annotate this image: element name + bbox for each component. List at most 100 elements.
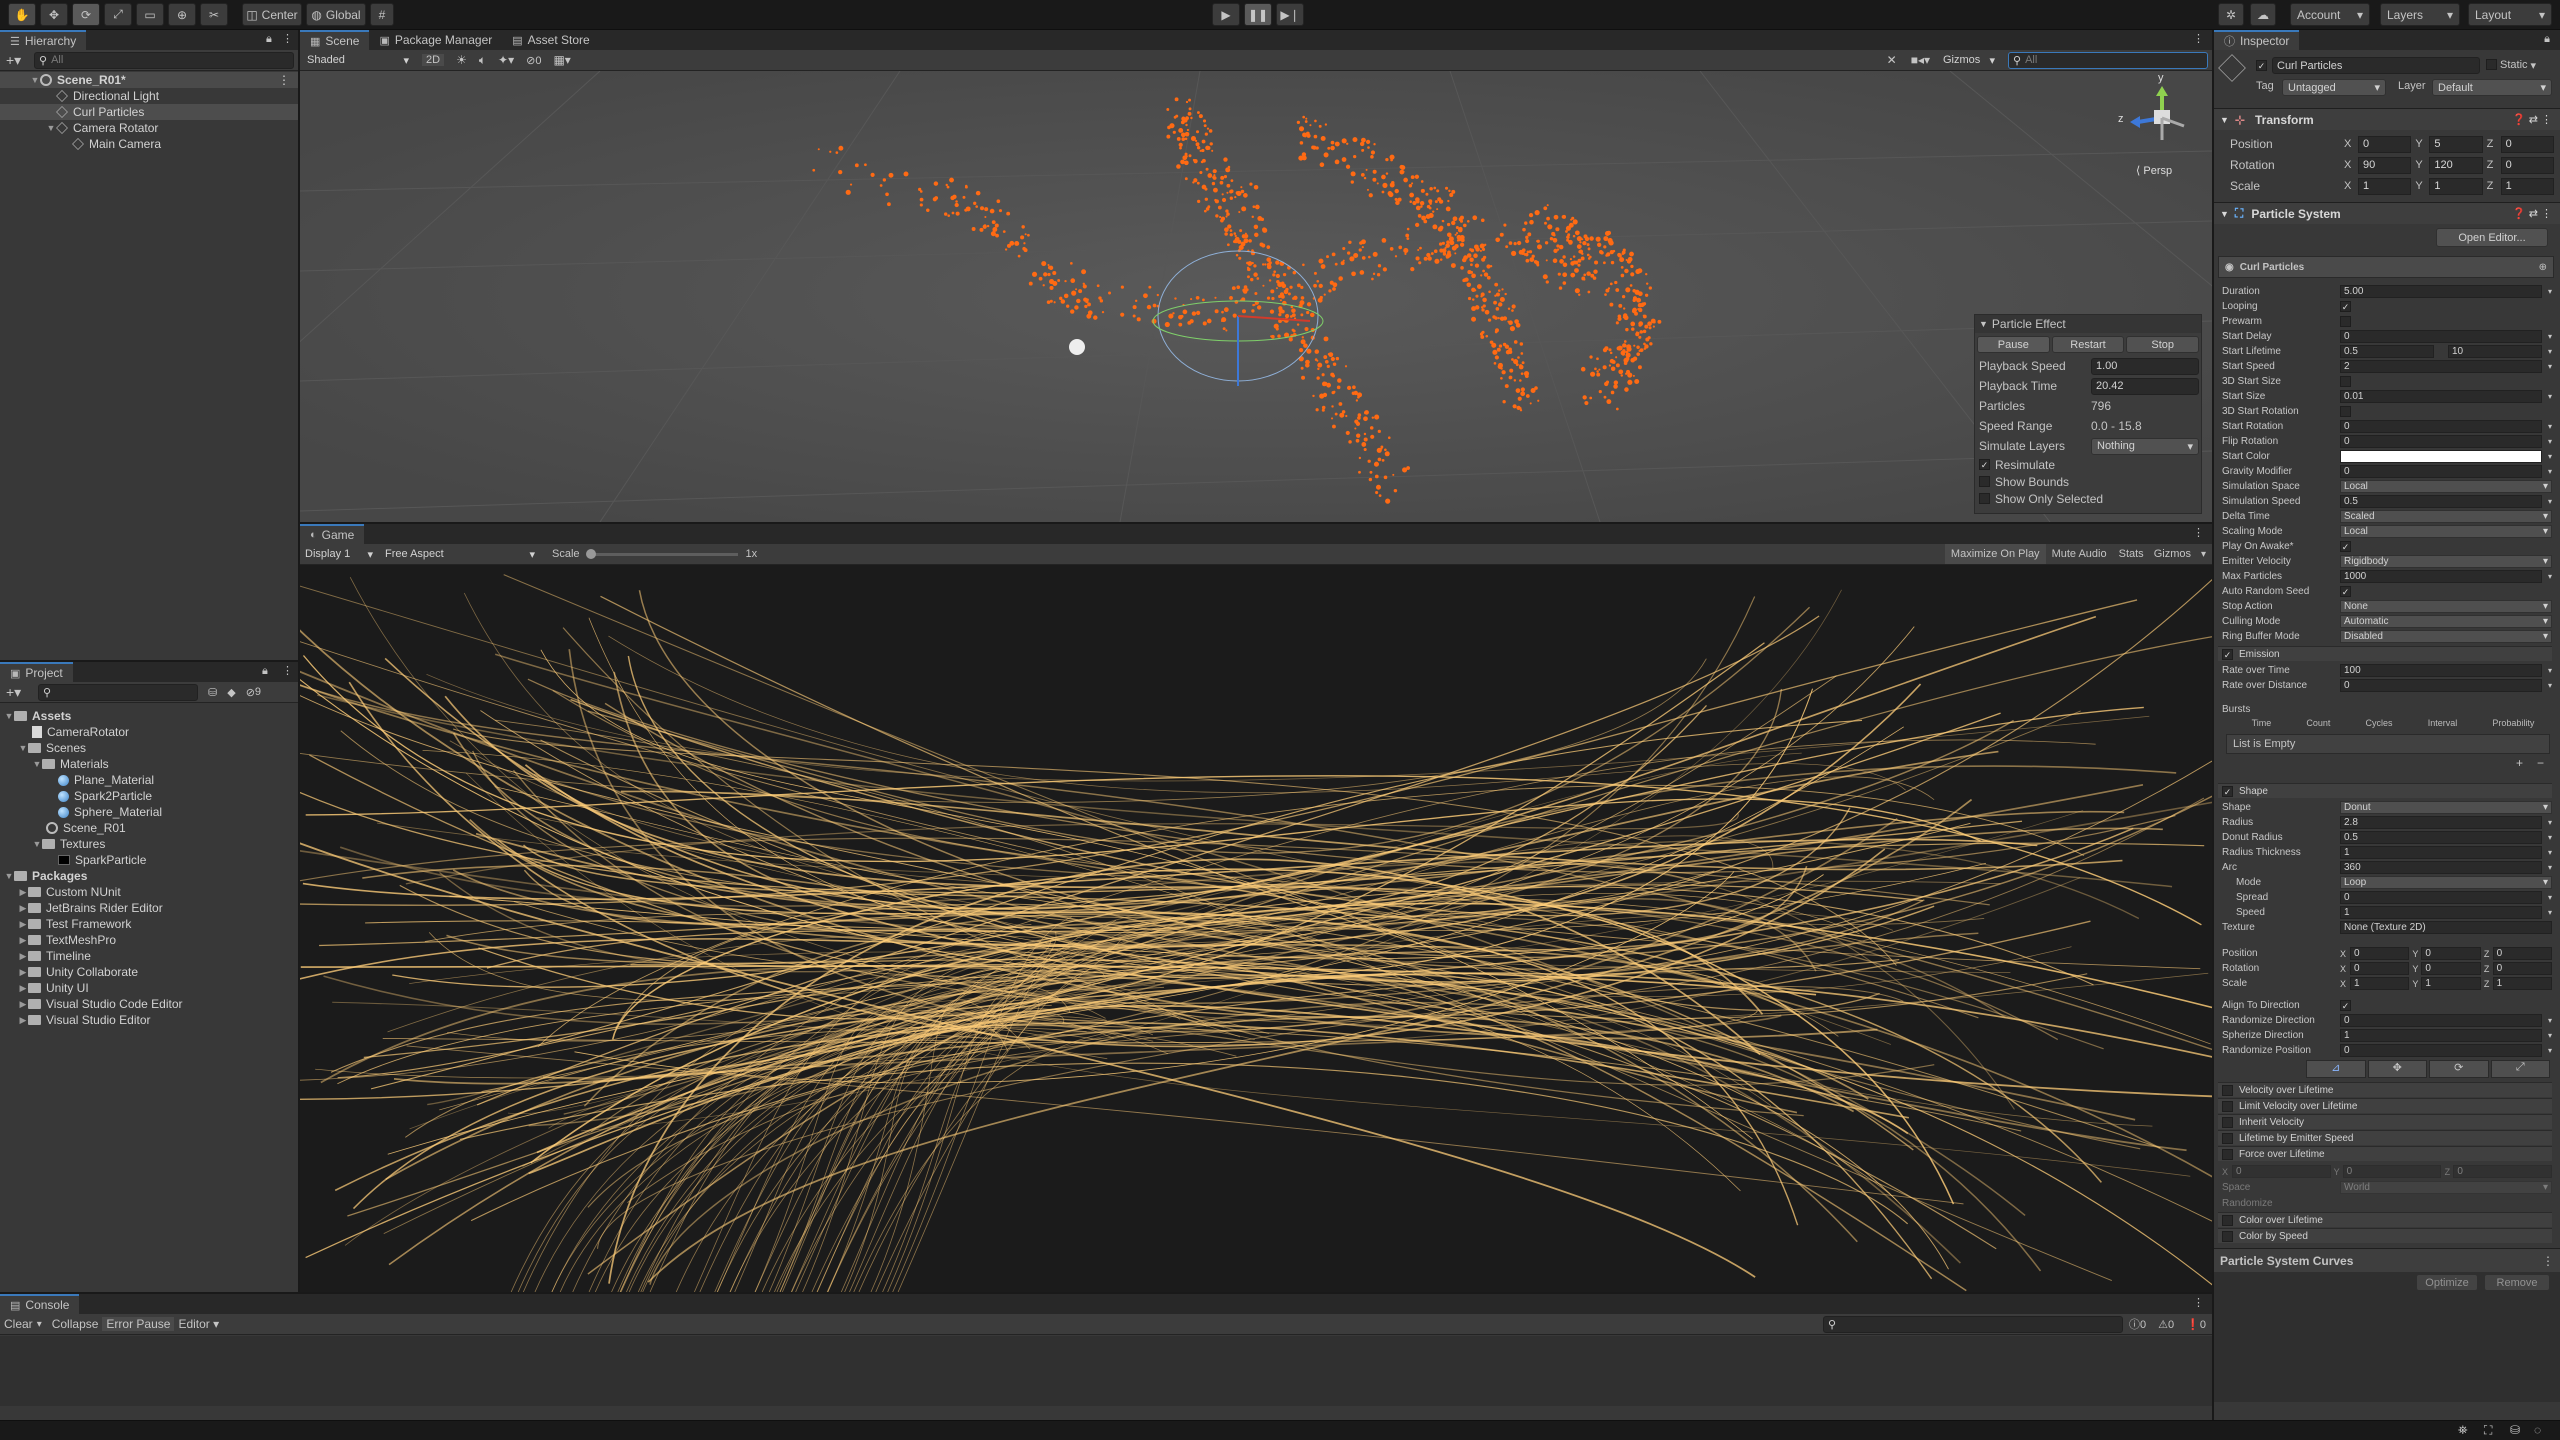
tag-dropdown[interactable]: Untagged ▾ [2282, 79, 2386, 96]
setting-field[interactable]: 1 [2340, 1029, 2542, 1042]
chevron-down-icon[interactable]: ▾ [2542, 908, 2552, 917]
module-header[interactable]: Lifetime by Emitter Speed [2218, 1130, 2552, 1145]
checkbox[interactable] [2222, 1214, 2233, 1226]
setting-field[interactable]: 1 [2340, 846, 2542, 859]
tree-item-directional-light[interactable]: Directional Light [0, 88, 298, 104]
asset-spark2particle[interactable]: Spark2Particle [0, 788, 298, 804]
shape-scale-z-field[interactable]: 1 [2492, 977, 2552, 990]
layout-dropdown[interactable]: Layout ▾ [2468, 3, 2552, 26]
tab-inspector[interactable]: ⓘ Inspector [2214, 30, 2300, 50]
setting-dropdown[interactable]: Automatic ▾ [2340, 615, 2552, 628]
chevron-down-icon[interactable]: ▾ [2542, 893, 2552, 902]
setting-field[interactable]: 2.8 [2340, 816, 2542, 829]
show-bounds-toggle[interactable]: Show Bounds [1975, 473, 2201, 490]
show-only-selected-toggle[interactable]: Show Only Selected [1975, 490, 2201, 507]
pause-button[interactable]: ❚❚ [1244, 3, 1272, 26]
aspect-dropdown[interactable]: Free Aspect ▾ [380, 546, 540, 563]
edit-shape-button[interactable]: ⊿ [2306, 1060, 2366, 1078]
folder-materials[interactable]: ▼ Materials [0, 756, 298, 772]
chevron-down-icon[interactable]: ▾ [2542, 437, 2552, 446]
checkbox-checked[interactable]: ✓ [2222, 785, 2233, 797]
restart-effect-button[interactable]: Restart [2051, 336, 2125, 353]
setting-field[interactable]: 0 [2340, 465, 2542, 478]
camera-gizmo-icon[interactable] [1069, 339, 1085, 355]
hidden-objects-icon[interactable]: ⊘0 [526, 54, 541, 67]
lock-icon[interactable]: 🔒︎ [266, 33, 272, 46]
add-module-icon[interactable]: ⊕ [2539, 262, 2547, 273]
tools-icon[interactable]: ✕ [1887, 53, 1897, 67]
setting-field[interactable]: 0.01 [2340, 390, 2542, 403]
package-timeline[interactable]: ▶ Timeline [0, 948, 298, 964]
remove-burst-button[interactable]: − [2537, 756, 2544, 770]
chevron-down-icon[interactable]: ▾ [2542, 422, 2552, 431]
log-count-toggle[interactable]: ⓘ0 [2123, 1316, 2152, 1332]
setting-field[interactable]: 2 [2340, 360, 2542, 373]
setting-dropdown[interactable]: Donut ▾ [2340, 801, 2552, 814]
setting-checkbox[interactable]: ✓ [2340, 541, 2351, 552]
shading-mode-dropdown[interactable]: Shaded ▾ [302, 52, 414, 69]
effects-toggle-icon[interactable]: ✦▾ [498, 53, 514, 67]
hand-tool-button[interactable]: ✋ [8, 3, 36, 26]
chevron-down-icon[interactable]: ▾ [2542, 1016, 2552, 1025]
transform-header[interactable]: ▼ ⊹ Transform ❓ ⇄ ⋮ [2214, 108, 2560, 130]
shape-rotation-x-field[interactable]: 0 [2350, 962, 2410, 975]
console-log-area[interactable] [0, 1336, 2212, 1406]
setting-dropdown[interactable]: Rigidbody ▾ [2340, 555, 2552, 568]
position-z-field[interactable]: 0 [2500, 135, 2554, 153]
particle-system-header[interactable]: ▼ ⛶ Particle System ❓ ⇄ ⋮ [2214, 202, 2560, 224]
setting-checkbox[interactable] [2340, 316, 2351, 327]
setting-field[interactable]: 360 [2340, 861, 2542, 874]
tree-item-scene[interactable]: ▼ Scene_R01* ⋮ [0, 72, 298, 88]
component-menu-icons[interactable]: ❓ ⇄ ⋮ [2512, 207, 2552, 220]
chevron-down-icon[interactable]: ▾ [37, 1319, 42, 1330]
hidden-packages-icon[interactable]: ⊘ [246, 686, 255, 699]
tab-asset-store[interactable]: ▤ Asset Store [502, 30, 600, 50]
cloud-button[interactable]: ☁ [2250, 3, 2276, 26]
setting-field[interactable]: 1000 [2340, 570, 2542, 583]
debug-icon[interactable]: ⛯ [2458, 1423, 2468, 1438]
setting-checkbox[interactable] [2340, 376, 2351, 387]
module-header[interactable]: Color by Speed [2218, 1228, 2552, 1243]
setting-field[interactable]: 0 [2340, 330, 2542, 343]
tab-console[interactable]: ▤ Console [0, 1294, 80, 1314]
folder-packages[interactable]: ▼ Packages [0, 868, 298, 884]
folder-textures[interactable]: ▼ Textures [0, 836, 298, 852]
chevron-down-icon[interactable]: ▾ [2542, 332, 2552, 341]
asset-sphere-material[interactable]: Sphere_Material [0, 804, 298, 820]
module-header[interactable]: Color over Lifetime [2218, 1212, 2552, 1227]
checkbox[interactable] [2222, 1084, 2233, 1096]
setting-dropdown[interactable]: None ▾ [2340, 600, 2552, 613]
move-tool-button[interactable]: ✥ [40, 3, 68, 26]
mode-2d-button[interactable]: 2D [422, 54, 445, 66]
game-gizmos-toggle[interactable]: Gizmos [2150, 548, 2195, 560]
package-unity-ui[interactable]: ▶ Unity UI [0, 980, 298, 996]
package-textmeshpro[interactable]: ▶ TextMeshPro [0, 932, 298, 948]
range-min-field[interactable]: 0.5 [2340, 345, 2434, 358]
auto-generate-icon[interactable]: ◌ [2534, 1423, 2541, 1437]
scale-tool-button[interactable]: ⤢ [104, 3, 132, 26]
checkbox[interactable] [2222, 1132, 2233, 1144]
setting-checkbox[interactable] [2340, 406, 2351, 417]
package-rider[interactable]: ▶ JetBrains Rider Editor [0, 900, 298, 916]
tree-item-camera-rotator[interactable]: ▼ Camera Rotator [0, 120, 298, 136]
checkbox-checked[interactable]: ✓ [1979, 459, 1990, 470]
tab-project[interactable]: ▣ Project [0, 662, 73, 682]
tab-scene[interactable]: ▦ Scene [300, 30, 370, 50]
pause-effect-button[interactable]: Pause [1977, 336, 2050, 353]
start-color-swatch[interactable] [2340, 450, 2542, 463]
range-max-field[interactable]: 10 [2448, 345, 2542, 358]
progress-icon[interactable]: ⛶ [2484, 1423, 2492, 1438]
scale-slider[interactable] [585, 548, 738, 559]
shape-position-z-field[interactable]: 0 [2492, 947, 2552, 960]
console-search-input[interactable]: ⚲ [1823, 1315, 2124, 1333]
scale-z-field[interactable]: 1 [2500, 177, 2554, 195]
tab-game[interactable]: ◐ Game [300, 524, 365, 544]
bursts-list[interactable]: List is Empty [2226, 734, 2550, 754]
package-custom-nunit[interactable]: ▶ Custom NUnit [0, 884, 298, 900]
chevron-down-icon[interactable]: ▾ [2542, 347, 2552, 356]
checkbox[interactable] [2222, 1230, 2233, 1242]
curves-header[interactable]: Particle System Curves ⋮ [2214, 1248, 2560, 1272]
texture-object-field[interactable]: None (Texture 2D) [2340, 921, 2552, 934]
services-button[interactable]: ✲ [2218, 3, 2244, 26]
filter-label-icon[interactable]: ◆ [227, 686, 235, 699]
